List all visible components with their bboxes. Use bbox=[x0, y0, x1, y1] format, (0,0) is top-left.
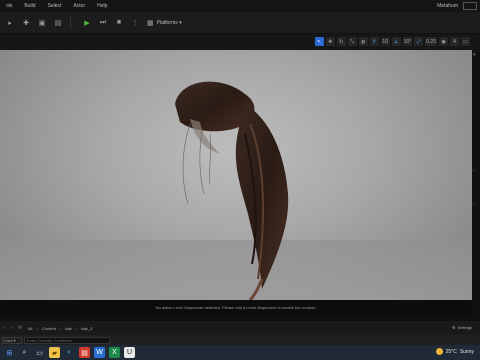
menu-bar: ols Build Select Actor Help Metahum bbox=[0, 0, 480, 12]
viewport-toolbar: ↖ ✥ ↻ ⤡ ◍ # 10 ∠ 10° ⤢ 0.25 ◉ 4 ▭ bbox=[0, 34, 480, 50]
scale-value[interactable]: 0.25 bbox=[425, 37, 437, 46]
toolbar-divider bbox=[70, 16, 71, 29]
excel-icon[interactable]: X bbox=[109, 347, 120, 358]
window-control[interactable] bbox=[463, 2, 477, 10]
layout-icon[interactable]: ▭ bbox=[461, 37, 470, 46]
temperature: 25°C bbox=[445, 348, 457, 355]
cmd-dropdown[interactable]: Cmd ▾ bbox=[2, 336, 22, 344]
file-explorer-icon[interactable]: ▰ bbox=[49, 347, 60, 358]
sequencer-notice: No active Level Sequencer detected. Plea… bbox=[0, 300, 472, 314]
blueprint-icon[interactable]: ▣ bbox=[36, 17, 48, 29]
chevron-down-icon: ▾ bbox=[12, 337, 16, 343]
settings-button[interactable]: ⚙ Settings bbox=[452, 325, 472, 330]
grid-value[interactable]: 10 bbox=[380, 37, 390, 46]
step-icon[interactable]: ⏭ bbox=[97, 17, 109, 29]
content-browser-bar: ‹ › ⟲ All › Content › hair › hair_3 ⚙ Se… bbox=[0, 321, 480, 335]
search-icon[interactable]: ⌕ bbox=[19, 347, 30, 358]
menu-item-tools[interactable]: ols bbox=[0, 3, 18, 9]
project-title: Metahum bbox=[437, 3, 458, 9]
settings-label: Settings bbox=[457, 325, 472, 330]
snap-grid-icon[interactable]: # bbox=[369, 37, 379, 46]
windows-taskbar: ⊞ ⌕ ▭ ▰ ◐ ▤ W X U 25°C Sunny bbox=[0, 345, 480, 360]
add-actor-icon[interactable]: ✚ bbox=[20, 17, 32, 29]
start-icon[interactable]: ⊞ bbox=[4, 347, 15, 358]
snap-scale-icon[interactable]: ⤢ bbox=[414, 37, 424, 46]
breadcrumb-hair-3[interactable]: hair_3 bbox=[81, 326, 92, 331]
cinematics-icon[interactable]: ▤ bbox=[52, 17, 64, 29]
play-icon[interactable]: ▶ bbox=[81, 17, 93, 29]
scroll-icon[interactable]: › bbox=[473, 202, 475, 208]
status-bar: Cmd ▾ Enter Console Command bbox=[0, 335, 480, 345]
breadcrumb-separator: › bbox=[59, 325, 62, 331]
rotation-value[interactable]: 10° bbox=[402, 37, 413, 46]
select-transform-icon[interactable]: ↖ bbox=[314, 37, 324, 46]
breadcrumb-content[interactable]: Content bbox=[42, 326, 56, 331]
menu-item-build[interactable]: Build bbox=[18, 3, 41, 9]
platforms-label: Platforms bbox=[156, 19, 178, 26]
cmd-label: Cmd bbox=[4, 337, 13, 343]
gear-icon: ⚙ bbox=[451, 325, 456, 330]
chevron-down-icon[interactable]: ▾ bbox=[473, 52, 476, 58]
world-space-icon[interactable]: ◍ bbox=[358, 37, 368, 46]
menu-item-actor[interactable]: Actor bbox=[67, 3, 91, 9]
scale-transform-icon[interactable]: ⤡ bbox=[347, 37, 357, 46]
edge-icon[interactable]: ◐ bbox=[64, 347, 75, 358]
hair-model bbox=[175, 81, 289, 300]
platforms-icon: ▦ bbox=[147, 19, 154, 27]
select-mode-icon[interactable]: ▸ bbox=[4, 17, 16, 29]
chevron-down-icon: ▾ bbox=[177, 19, 182, 26]
word-icon[interactable]: W bbox=[94, 347, 105, 358]
main-toolbar: ▸ ✚ ▣ ▤ ▶ ⏭ ■ ⋮ ▦ Platforms ▾ bbox=[0, 12, 480, 34]
collapse-icon[interactable]: › bbox=[473, 168, 475, 174]
menu-item-select[interactable]: Select bbox=[42, 3, 68, 9]
unreal-engine-icon[interactable]: U bbox=[124, 347, 135, 358]
pdf-icon[interactable]: ▤ bbox=[79, 347, 90, 358]
platforms-button[interactable]: ▦ Platforms ▾ bbox=[147, 19, 182, 27]
right-panel-edge: ▾ › › bbox=[472, 50, 480, 314]
launch-options-icon[interactable]: ⋮ bbox=[129, 17, 141, 29]
history-icon[interactable]: ⟲ bbox=[16, 325, 24, 331]
breadcrumb-hair[interactable]: hair bbox=[65, 326, 72, 331]
system-tray: 25°C Sunny bbox=[435, 348, 474, 355]
snap-rotation-icon[interactable]: ∠ bbox=[391, 37, 401, 46]
move-transform-icon[interactable]: ✥ bbox=[325, 37, 335, 46]
weather-text: Sunny bbox=[459, 348, 474, 355]
menu-item-help[interactable]: Help bbox=[91, 3, 113, 9]
rotate-transform-icon[interactable]: ↻ bbox=[336, 37, 346, 46]
weather-icon bbox=[435, 348, 443, 355]
camera-speed-value[interactable]: 4 bbox=[450, 37, 459, 46]
breadcrumb-separator: › bbox=[75, 325, 78, 331]
breadcrumb-separator: › bbox=[36, 325, 38, 331]
stop-icon[interactable]: ■ bbox=[113, 17, 125, 29]
level-viewport[interactable] bbox=[0, 50, 472, 300]
back-icon[interactable]: ‹ bbox=[0, 325, 8, 331]
task-view-icon[interactable]: ▭ bbox=[34, 347, 45, 358]
console-input[interactable]: Enter Console Command bbox=[24, 336, 110, 344]
forward-icon[interactable]: › bbox=[8, 325, 16, 331]
breadcrumb-all[interactable]: All bbox=[28, 326, 32, 331]
camera-speed-icon[interactable]: ◉ bbox=[439, 37, 448, 46]
